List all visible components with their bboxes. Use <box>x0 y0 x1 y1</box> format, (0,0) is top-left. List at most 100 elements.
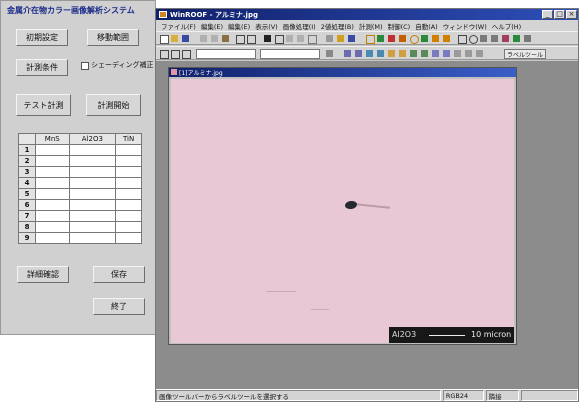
test-measure-button[interactable]: テスト計測 <box>16 94 71 116</box>
pointer-icon[interactable] <box>160 50 169 59</box>
table-cell[interactable] <box>35 232 70 244</box>
save-disk-icon[interactable] <box>182 35 189 42</box>
table-cell[interactable] <box>115 144 142 156</box>
lightbulb-icon[interactable] <box>337 35 344 42</box>
save-button[interactable]: 保存 <box>93 266 145 283</box>
tool2-icon[interactable] <box>355 50 362 57</box>
measure-conditions-button[interactable]: 計測条件 <box>16 59 68 76</box>
table-cell[interactable] <box>115 155 142 167</box>
menu-item[interactable]: 編集(E) <box>201 21 223 31</box>
table-cell[interactable] <box>68 199 117 211</box>
image-window-titlebar[interactable]: [1]アルミナ.jpg <box>169 68 516 77</box>
grid-icon[interactable] <box>275 35 284 44</box>
tool11-icon[interactable] <box>454 50 461 57</box>
table-cell[interactable] <box>68 221 117 233</box>
help-icon[interactable] <box>348 35 355 42</box>
details-confirm-button[interactable]: 詳細確認 <box>17 266 69 283</box>
table-cell[interactable] <box>35 177 70 189</box>
rotate-left-icon[interactable] <box>432 35 439 42</box>
table-cell[interactable] <box>115 177 142 189</box>
tool13-icon[interactable] <box>476 50 483 57</box>
hand-icon[interactable] <box>458 35 467 44</box>
channel-select-combo[interactable] <box>260 49 320 59</box>
menu-item[interactable]: ファイル(F) <box>161 21 196 31</box>
color-picker-icon[interactable] <box>524 35 531 42</box>
close-button[interactable]: × <box>566 10 577 19</box>
rotate-right-icon[interactable] <box>443 35 450 42</box>
tool1-icon[interactable] <box>344 50 351 57</box>
minimize-button[interactable]: _ <box>542 10 553 19</box>
table-cell[interactable] <box>68 144 117 156</box>
table-cell[interactable] <box>68 155 117 167</box>
frame-icon[interactable] <box>247 35 256 44</box>
label-tool-button[interactable]: ラベルツール <box>504 49 546 59</box>
table-cell[interactable] <box>115 221 142 233</box>
table-cell[interactable] <box>115 210 142 222</box>
table-cell[interactable] <box>35 199 70 211</box>
zoom-icon[interactable] <box>297 35 304 42</box>
initial-settings-button[interactable]: 初期設定 <box>16 29 68 46</box>
cut-icon[interactable] <box>200 35 207 42</box>
open-folder-icon[interactable] <box>171 35 178 42</box>
frame2-icon[interactable] <box>182 50 191 59</box>
move-icon[interactable] <box>399 35 406 42</box>
polygon-icon[interactable] <box>421 35 428 42</box>
tool3-icon[interactable] <box>366 50 373 57</box>
paste-icon[interactable] <box>222 35 229 42</box>
region-icon[interactable] <box>308 35 317 44</box>
maximize-button[interactable]: □ <box>554 10 565 19</box>
micrograph-image[interactable]: Al2O3 10 micron <box>171 79 514 343</box>
brush-icon[interactable] <box>491 35 498 42</box>
window-titlebar[interactable]: WinROOF - アルミナ.jpg _ □ × <box>156 9 578 20</box>
table-cell[interactable] <box>115 166 142 178</box>
circle-icon[interactable] <box>410 35 419 44</box>
menu-item[interactable]: ヘルプ(H) <box>492 21 521 31</box>
fill-black-icon[interactable] <box>264 35 271 42</box>
table-cell[interactable] <box>35 221 70 233</box>
print-icon[interactable] <box>326 35 333 42</box>
table-cell[interactable] <box>68 166 117 178</box>
magnifier-icon[interactable] <box>469 35 478 44</box>
table-cell[interactable] <box>68 177 117 189</box>
table-cell[interactable] <box>68 232 117 244</box>
table-cell[interactable] <box>68 210 117 222</box>
tool5-icon[interactable] <box>388 50 395 57</box>
arrow-icon[interactable] <box>388 35 395 42</box>
menu-item[interactable]: ウィンドウ(W) <box>443 21 487 31</box>
shading-correction-checkbox[interactable] <box>81 62 89 70</box>
measure-icon[interactable] <box>286 35 293 42</box>
tool6-icon[interactable] <box>399 50 406 57</box>
table-cell[interactable] <box>35 210 70 222</box>
table-cell[interactable] <box>68 188 117 200</box>
copy-icon[interactable] <box>211 35 218 42</box>
menu-item[interactable]: 画像処理(I) <box>283 21 316 31</box>
tool10-icon[interactable] <box>443 50 450 57</box>
table-cell[interactable] <box>115 232 142 244</box>
rectangle-select-icon[interactable] <box>366 35 375 44</box>
settings-icon[interactable] <box>326 50 333 57</box>
tool7-icon[interactable] <box>410 50 417 57</box>
start-measure-button[interactable]: 計測開始 <box>86 94 141 116</box>
pen-icon[interactable] <box>480 35 487 42</box>
dropper-icon[interactable] <box>513 35 520 42</box>
menu-item[interactable]: 編集(E) <box>228 21 250 31</box>
tool8-icon[interactable] <box>421 50 428 57</box>
tool12-icon[interactable] <box>465 50 472 57</box>
new-file-icon[interactable] <box>160 35 169 44</box>
tool9-icon[interactable] <box>432 50 439 57</box>
exit-button[interactable]: 終了 <box>93 298 145 315</box>
table-cell[interactable] <box>35 166 70 178</box>
menu-item[interactable]: 表示(V) <box>255 21 278 31</box>
table-cell[interactable] <box>35 155 70 167</box>
tool4-icon[interactable] <box>377 50 384 57</box>
table-cell[interactable] <box>35 188 70 200</box>
image-select-combo[interactable] <box>196 49 256 59</box>
play-icon[interactable] <box>171 50 180 59</box>
menu-item[interactable]: 2値処理(B) <box>321 21 354 31</box>
line-icon[interactable] <box>377 35 384 42</box>
menu-item[interactable]: 自動(A) <box>415 21 438 31</box>
movement-range-button[interactable]: 移動範囲 <box>87 29 139 46</box>
image-icon[interactable] <box>236 35 245 44</box>
eraser-icon[interactable] <box>502 35 509 42</box>
table-cell[interactable] <box>35 144 70 156</box>
